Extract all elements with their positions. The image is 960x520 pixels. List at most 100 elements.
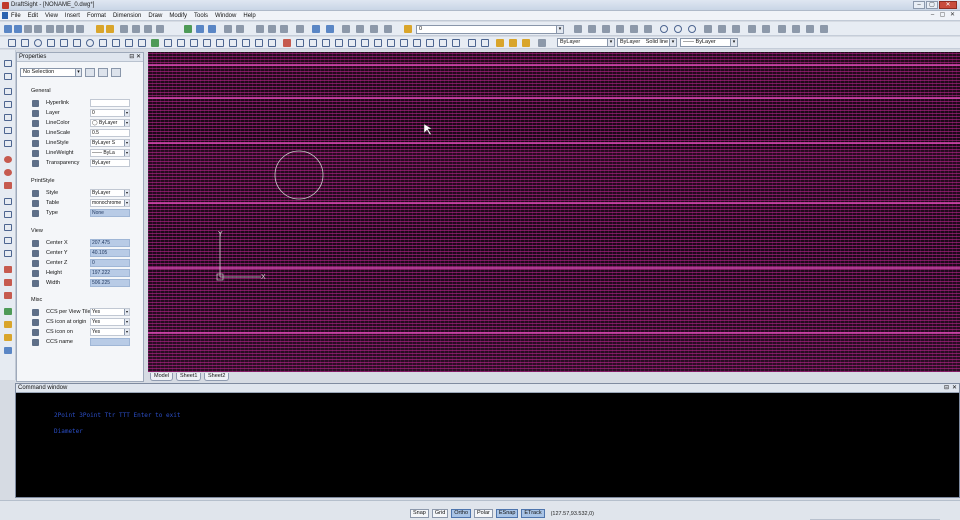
linestyle-combo[interactable]: ByLayer Solid line ▾: [617, 38, 677, 47]
prop-row-width[interactable]: Width 506.225: [29, 279, 141, 288]
leader-icon[interactable]: [704, 25, 712, 33]
region-icon[interactable]: [177, 39, 185, 47]
join-icon[interactable]: [481, 39, 489, 47]
dim-angular-icon[interactable]: [644, 25, 652, 33]
selection-combo[interactable]: No Selection ▾: [20, 68, 82, 77]
prop-row-style[interactable]: Style ByLayer ▾: [29, 189, 141, 198]
prop-row-transparency[interactable]: Transparency ByLayer: [29, 159, 141, 168]
menu-dimension[interactable]: Dimension: [113, 12, 141, 20]
help-icon[interactable]: [820, 25, 828, 33]
document-icon[interactable]: [2, 12, 8, 19]
prop-row-height[interactable]: Height 197.222: [29, 269, 141, 278]
fill-icon[interactable]: [538, 39, 546, 47]
erase-icon[interactable]: [283, 39, 291, 47]
polyline-icon[interactable]: [21, 39, 29, 47]
menu-edit[interactable]: Edit: [28, 12, 38, 20]
dim-linear-icon[interactable]: [588, 25, 596, 33]
properties-icon[interactable]: [132, 25, 140, 33]
menu-insert[interactable]: Insert: [65, 12, 80, 20]
dim-edit-icon[interactable]: [732, 25, 740, 33]
offset-icon[interactable]: [322, 39, 330, 47]
ortho-toggle[interactable]: Ortho: [451, 509, 472, 518]
dimension-icon[interactable]: [574, 25, 582, 33]
layer-state-icon[interactable]: [106, 25, 114, 33]
insert-icon[interactable]: [156, 25, 164, 33]
mirror-icon[interactable]: [309, 39, 317, 47]
doc-close-button[interactable]: ✕: [949, 12, 956, 19]
scale-icon[interactable]: [374, 39, 382, 47]
save-as-icon[interactable]: [34, 25, 42, 33]
menu-modify[interactable]: Modify: [169, 12, 187, 20]
prop-row-center-x[interactable]: Center X 207.475: [29, 239, 141, 248]
table-style-icon[interactable]: [778, 25, 786, 33]
point-icon[interactable]: [164, 39, 172, 47]
xline-tool-icon[interactable]: [4, 101, 12, 108]
revcloud-tool-icon[interactable]: [4, 266, 12, 273]
prop-row-center-y[interactable]: Center Y 40.105: [29, 249, 141, 258]
open-icon[interactable]: [14, 25, 22, 33]
ellipse-icon[interactable]: [86, 39, 94, 47]
prop-value[interactable]: monochrome ▾: [90, 199, 130, 207]
layer-toolbar-icon[interactable]: [404, 25, 412, 33]
command-prompt-diameter[interactable]: Diameter: [54, 428, 83, 435]
prop-row-cs-icon-on[interactable]: CS icon on Yes ▾: [29, 328, 141, 337]
etrack-toggle[interactable]: ETrack: [521, 509, 545, 518]
prop-value[interactable]: 0 ▾: [90, 109, 130, 117]
polyline-tool-icon[interactable]: [4, 88, 12, 95]
quick-select-button[interactable]: [85, 68, 95, 77]
hatch-tool-icon[interactable]: [4, 224, 12, 231]
save-disk-icon[interactable]: [208, 25, 216, 33]
paste-icon[interactable]: [280, 25, 288, 33]
snap-toggle[interactable]: Snap: [410, 509, 429, 518]
grid-toggle[interactable]: Grid: [431, 509, 449, 518]
close-icon[interactable]: ✕: [952, 384, 957, 391]
zoom-icon[interactable]: [356, 25, 364, 33]
hatch-icon[interactable]: [112, 39, 120, 47]
dim-aligned-icon[interactable]: [602, 25, 610, 33]
menu-draw[interactable]: Draw: [148, 12, 162, 20]
xline-icon[interactable]: [125, 39, 133, 47]
command-prompt-options[interactable]: 2Point 3Point Ttr TTT Enter to exit: [54, 412, 180, 419]
save-icon[interactable]: [24, 25, 32, 33]
prop-row-linestyle[interactable]: LineStyle ByLayer S ▾: [29, 139, 141, 148]
ray-icon[interactable]: [138, 39, 146, 47]
open-file-icon[interactable]: [184, 25, 192, 33]
print-icon[interactable]: [46, 25, 54, 33]
prop-value[interactable]: 0.5: [90, 129, 130, 137]
multileader-style-icon[interactable]: [792, 25, 800, 33]
prop-value[interactable]: ByLayer: [90, 159, 130, 167]
solid-icon[interactable]: [242, 39, 250, 47]
circle-entity[interactable]: [274, 150, 324, 200]
pin-icon[interactable]: ⊟: [944, 384, 949, 391]
insert-tool-icon[interactable]: [4, 347, 12, 354]
menu-tools[interactable]: Tools: [194, 12, 208, 20]
wipeout-icon[interactable]: [203, 39, 211, 47]
table-icon[interactable]: [255, 39, 263, 47]
dim-diameter-icon[interactable]: [674, 25, 682, 33]
fillet-icon[interactable]: [452, 39, 460, 47]
zoom-extents-icon[interactable]: [384, 25, 392, 33]
prop-value[interactable]: ByLayer ▾: [90, 189, 130, 197]
lineweight-combo[interactable]: —— ByLayer ▾: [680, 38, 738, 47]
prop-value[interactable]: Yes ▾: [90, 308, 130, 316]
polygon-tool-icon[interactable]: [4, 182, 12, 189]
tab-model[interactable]: Model: [150, 373, 173, 381]
wipeout-tool-icon[interactable]: [4, 279, 12, 286]
donut-icon[interactable]: [229, 39, 237, 47]
linecolor-combo[interactable]: ByLayer ▾: [557, 38, 615, 47]
block-insert-icon[interactable]: [151, 39, 159, 47]
dim-style-icon[interactable]: [762, 25, 770, 33]
ungroup-icon[interactable]: [509, 39, 517, 47]
menu-view[interactable]: View: [45, 12, 58, 20]
menu-window[interactable]: Window: [215, 12, 236, 20]
line-icon[interactable]: [8, 39, 16, 47]
region-tool-icon[interactable]: [4, 250, 12, 257]
circle-icon[interactable]: [34, 39, 42, 47]
text-tool-icon[interactable]: [4, 292, 12, 299]
section-misc[interactable]: Misc: [31, 297, 42, 303]
construction-line-icon[interactable]: [4, 73, 12, 80]
cut-icon[interactable]: [66, 25, 74, 33]
dim-radius-icon[interactable]: [660, 25, 668, 33]
polar-toggle[interactable]: Polar: [474, 509, 493, 518]
pan-icon[interactable]: [342, 25, 350, 33]
